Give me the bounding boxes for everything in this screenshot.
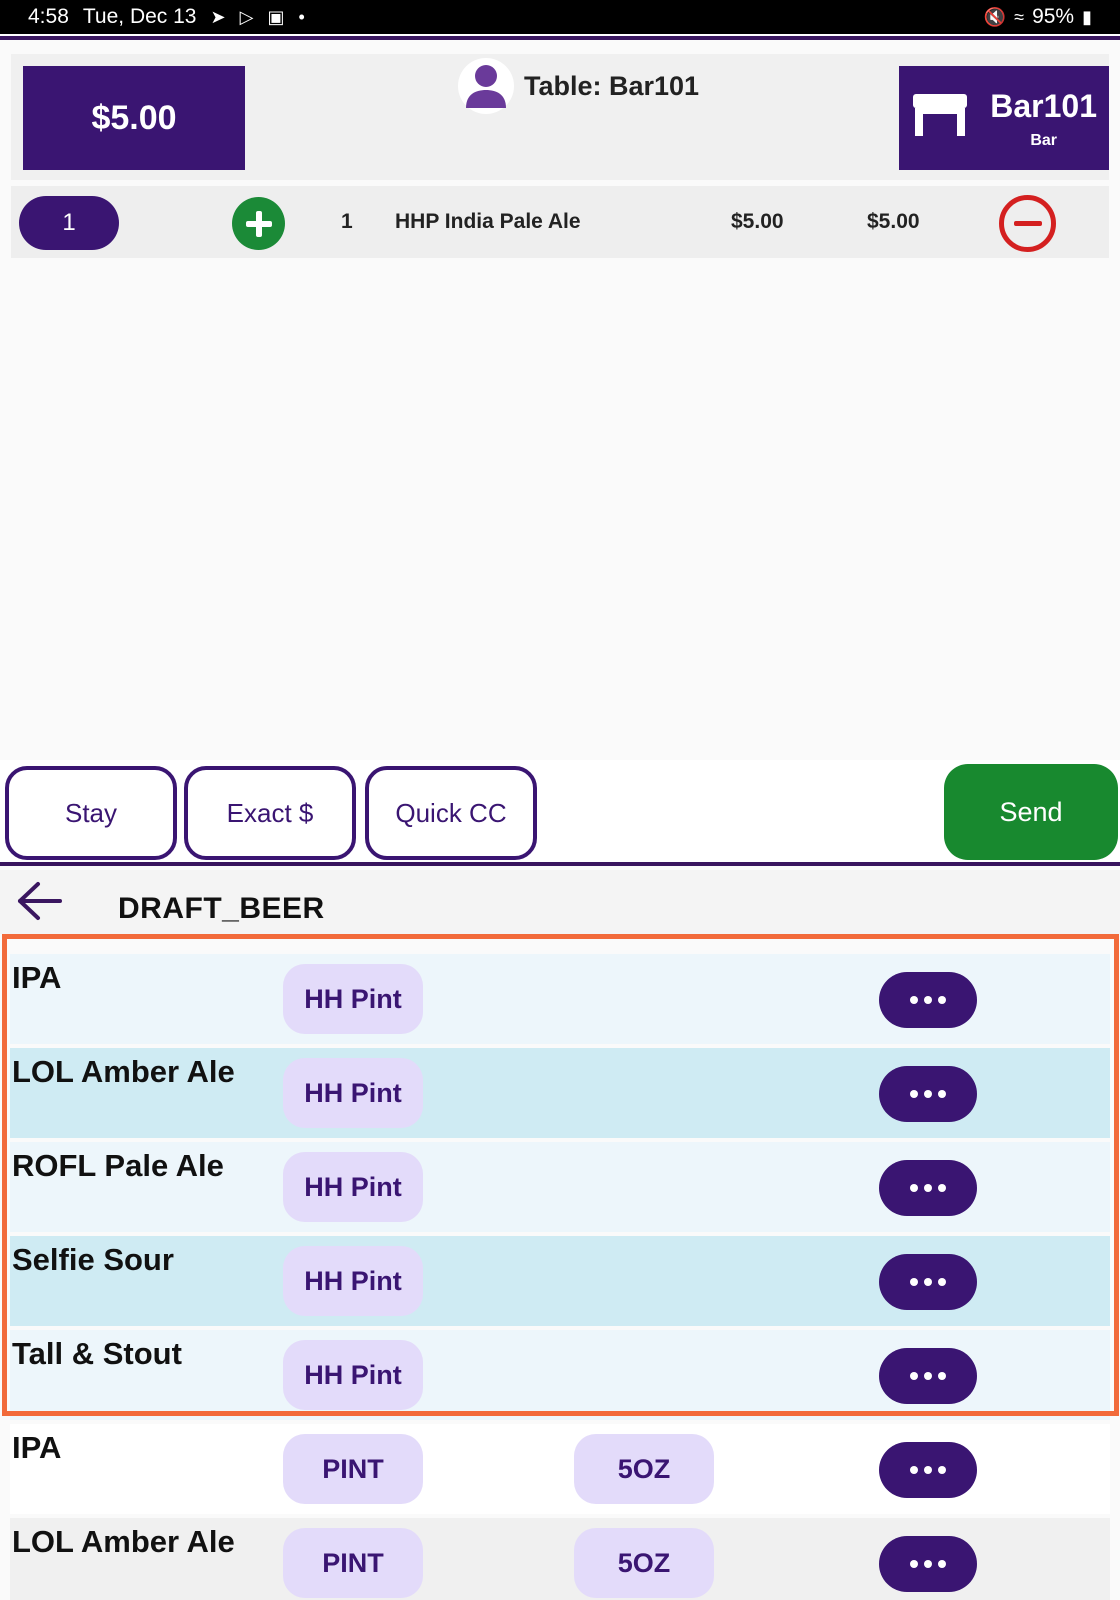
status-time: 4:58 [28,5,69,28]
gallery-icon: ▣ [267,6,285,27]
more-notifications-icon: • [298,6,305,27]
add-quantity-icon[interactable] [232,197,285,250]
order-header: $5.00 Table: Bar101 Bar101 Bar [11,54,1109,180]
mute-icon: 🔇 [983,6,1007,27]
station-type: Bar [1030,132,1057,149]
back-arrow-icon[interactable] [14,878,64,929]
menu-item-row: LOL Amber Ale PINT 5OZ [10,1518,1110,1600]
menu-item-name: IPA [12,1430,62,1465]
status-date: Tue, Dec 13 [82,5,197,28]
stay-button[interactable]: Stay [5,766,177,860]
more-options-button[interactable] [879,1536,977,1592]
size-button[interactable]: 5OZ [574,1528,714,1598]
battery-icon: ▮ [1082,6,1092,27]
table-icon [911,92,969,143]
size-button[interactable]: PINT [283,1528,423,1598]
order-total-button[interactable]: $5.00 [23,66,245,170]
quick-cc-button[interactable]: Quick CC [365,766,537,860]
item-name: HHP India Pale Ale [395,210,581,233]
category-header: DRAFT_BEER [0,870,1120,934]
category-title: DRAFT_BEER [118,892,325,925]
more-options-button[interactable] [879,1442,977,1498]
item-extended-price: $5.00 [867,210,920,233]
send-notification-icon: ➤ [210,6,226,27]
station-button[interactable]: Bar101 Bar [899,66,1109,170]
seat-button[interactable]: 1 [19,196,119,250]
remove-item-icon[interactable] [999,195,1056,252]
order-line-item[interactable]: 1 1 HHP India Pale Ale $5.00 $5.00 [11,186,1109,258]
station-name: Bar101 [990,88,1097,124]
table-info: Table: Bar101 [458,58,699,114]
send-button[interactable]: Send [944,764,1118,860]
highlight-box [2,934,1119,1416]
user-avatar-icon [458,58,514,114]
status-bar: 4:58 Tue, Dec 13 ➤ ▷ ▣ • 🔇 ≈ 95% ▮ [0,0,1120,34]
play-store-icon: ▷ [239,6,254,27]
item-quantity: 1 [341,210,353,233]
size-button[interactable]: 5OZ [574,1434,714,1504]
wifi-icon: ≈ [1014,6,1025,27]
order-list-empty-space [0,258,1120,760]
size-button[interactable]: PINT [283,1434,423,1504]
battery-level: 95% [1032,5,1075,28]
top-divider [0,34,1120,40]
menu-item-row: IPA PINT 5OZ [10,1424,1110,1514]
menu-item-name: LOL Amber Ale [12,1524,235,1559]
item-price: $5.00 [731,210,784,233]
action-bar: Stay Exact $ Quick CC Send [0,760,1120,866]
exact-cash-button[interactable]: Exact $ [184,766,356,860]
table-label: Table: Bar101 [524,70,700,101]
